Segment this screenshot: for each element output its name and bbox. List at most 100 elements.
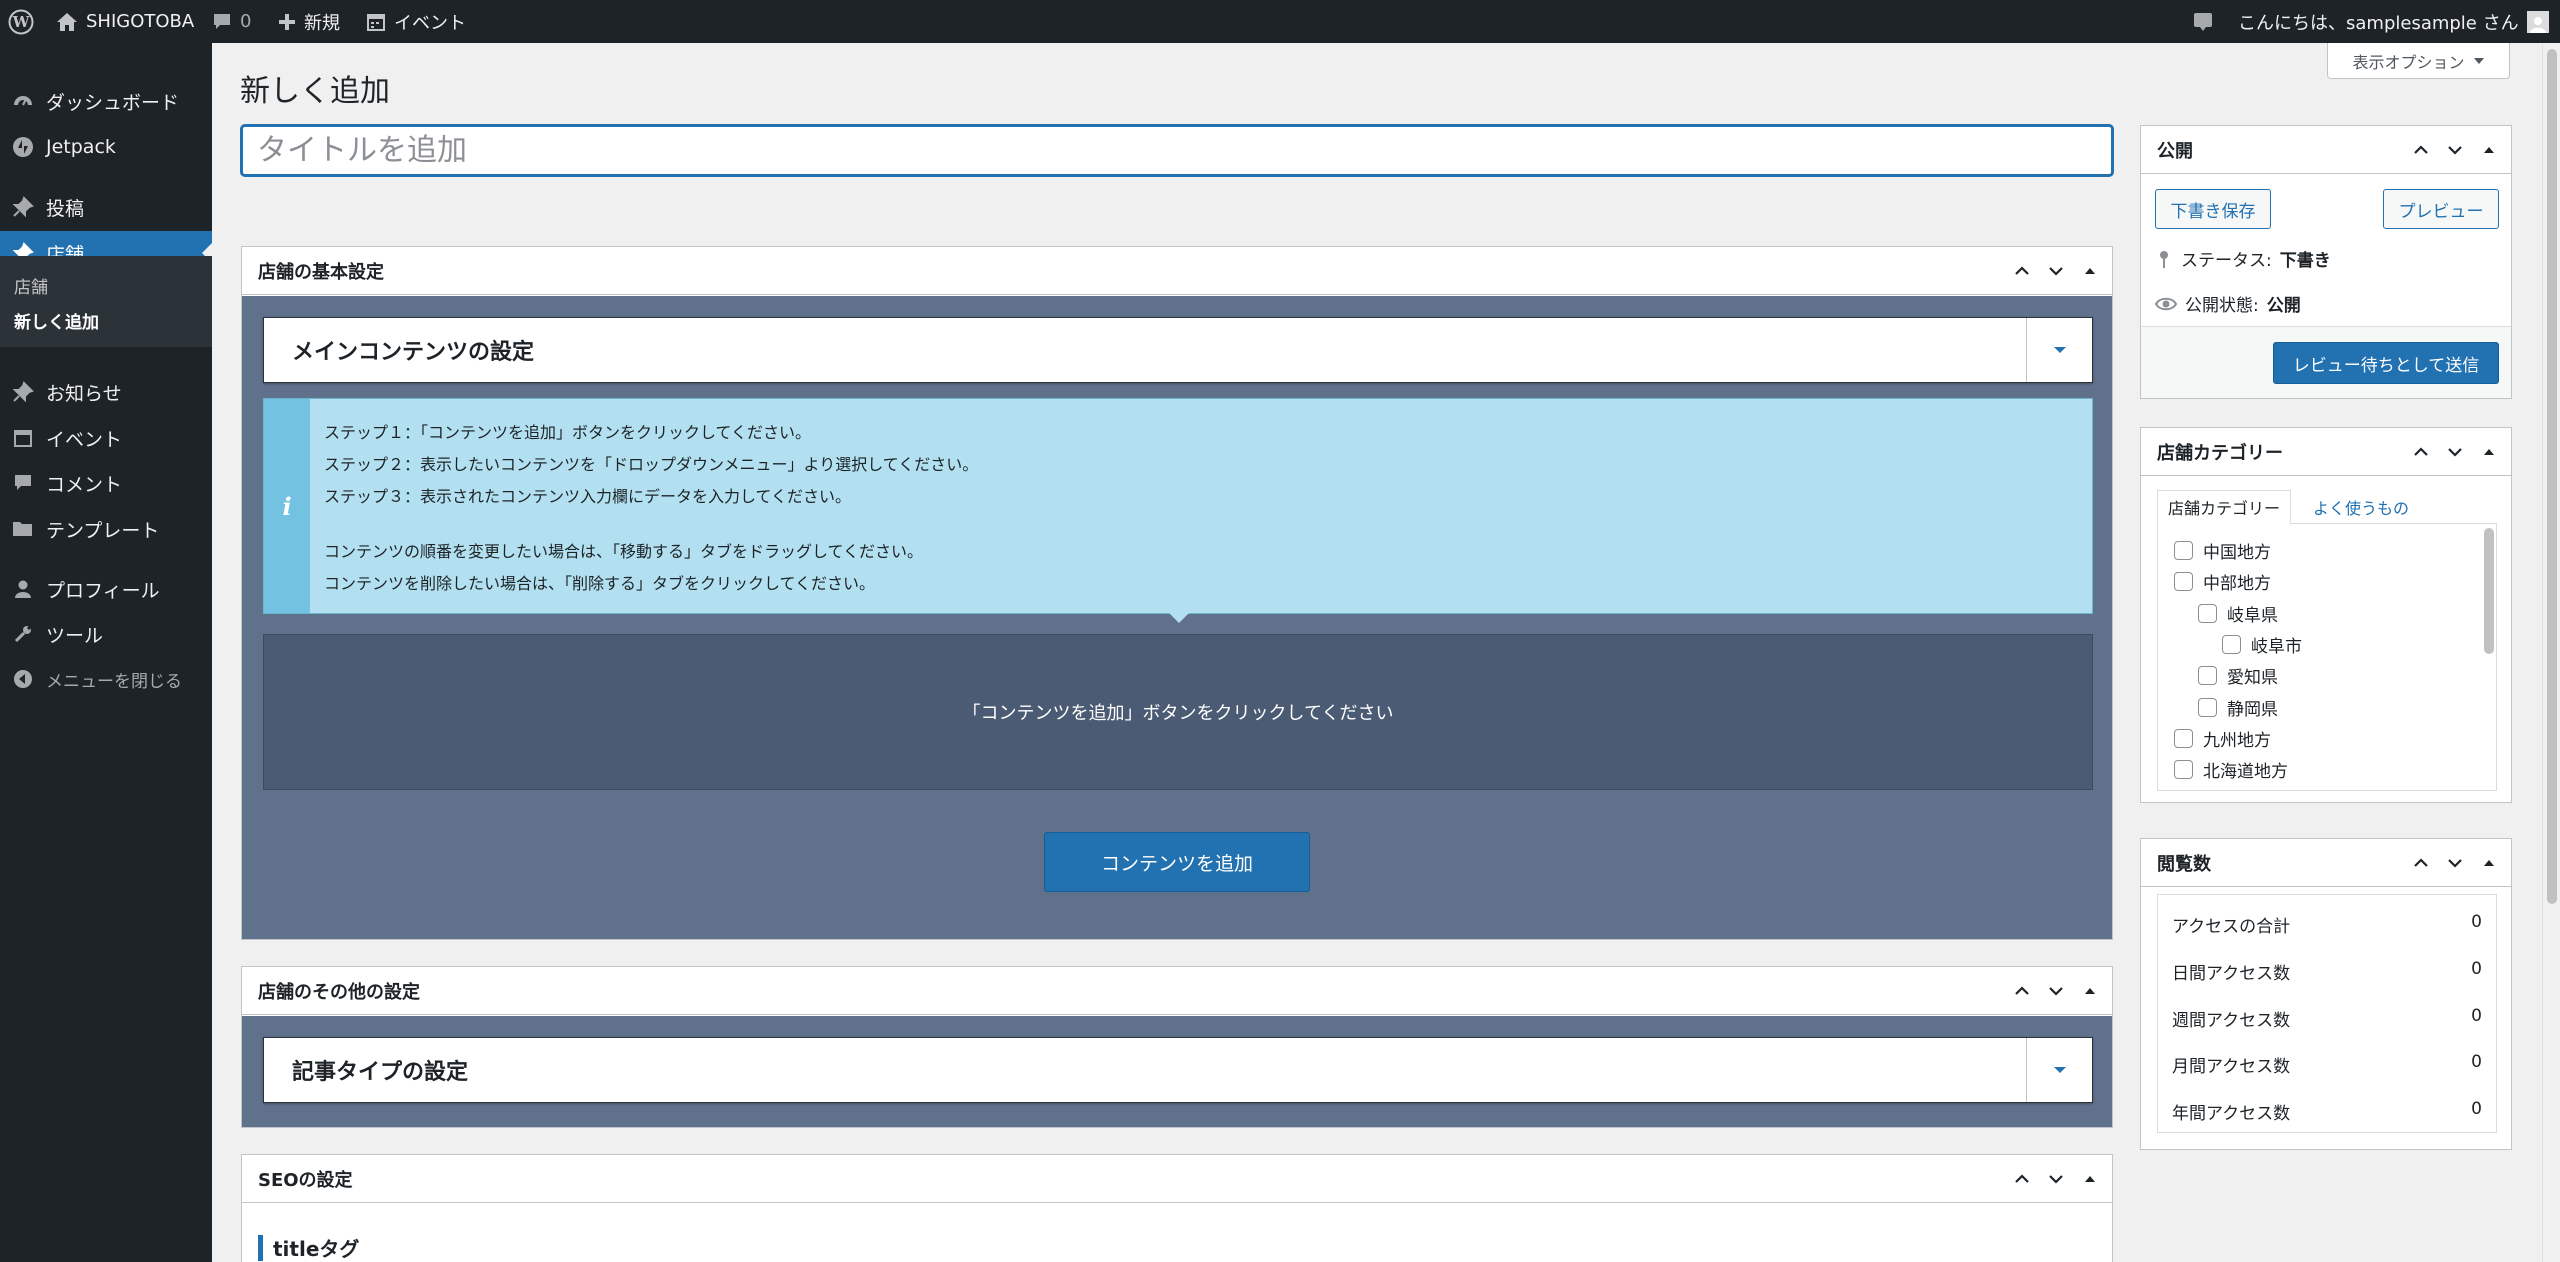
new-content-link[interactable]: 新規: [278, 0, 340, 43]
toggle-panel-icon[interactable]: [2479, 140, 2499, 160]
page-scrollbar[interactable]: [2542, 43, 2560, 1262]
account-menu[interactable]: こんにちは、samplesample さん: [2238, 0, 2549, 43]
move-up-icon[interactable]: [2411, 140, 2431, 160]
site-name-link[interactable]: SHIGOTOBA: [56, 0, 194, 43]
move-up-icon[interactable]: [2012, 1169, 2032, 1189]
move-up-icon[interactable]: [2411, 853, 2431, 873]
metabox-header[interactable]: 閲覧数: [2141, 839, 2511, 887]
checkbox[interactable]: [2174, 572, 2193, 591]
scrollbar[interactable]: [2484, 528, 2494, 654]
comments-link[interactable]: 0: [212, 0, 251, 43]
menu-item-dashboard[interactable]: ダッシュボード: [0, 79, 212, 123]
accordion-toggle[interactable]: [2026, 1038, 2092, 1102]
visibility-label: 公開状態:: [2185, 296, 2259, 316]
menu-item-posts[interactable]: 投稿: [0, 185, 212, 229]
checkbox[interactable]: [2198, 604, 2217, 623]
metabox-header[interactable]: 店舗のその他の設定: [242, 967, 2112, 1015]
menu-label: コメント: [46, 473, 123, 496]
tab-all-categories[interactable]: 店舗カテゴリー: [2157, 490, 2291, 524]
move-down-icon[interactable]: [2046, 261, 2066, 281]
move-down-icon[interactable]: [2046, 1169, 2066, 1189]
post-title-input[interactable]: [241, 125, 2113, 176]
menu-label: お知らせ: [46, 382, 122, 405]
toggle-panel-icon[interactable]: [2479, 442, 2499, 462]
metabox-header[interactable]: SEOの設定: [242, 1155, 2112, 1203]
scrollbar-thumb[interactable]: [2547, 49, 2557, 904]
category-item[interactable]: 中国地方: [2174, 538, 2271, 563]
metabox-title: SEOの設定: [258, 1169, 353, 1191]
toggle-panel-icon[interactable]: [2080, 981, 2100, 1001]
seo-field-title-tag: titleタグ: [258, 1233, 359, 1262]
toggle-panel-icon[interactable]: [2080, 261, 2100, 281]
move-up-icon[interactable]: [2012, 981, 2032, 1001]
move-down-icon[interactable]: [2445, 442, 2465, 462]
instruction-line: ステップ３：表示されたコンテンツ入力欄にデータを入力してください。: [324, 487, 852, 506]
article-type-accordion[interactable]: 記事タイプの設定: [263, 1037, 2093, 1103]
stat-row: 年間アクセス数 0: [2172, 1099, 2482, 1124]
checkbox[interactable]: [2174, 541, 2193, 560]
metabox-header[interactable]: 店舗カテゴリー: [2141, 428, 2511, 476]
menu-label: ダッシュボード: [46, 91, 180, 114]
toggle-panel-icon[interactable]: [2080, 1169, 2100, 1189]
avatar: [2526, 10, 2549, 33]
event-link[interactable]: イベント: [366, 0, 466, 43]
collapse-menu-button[interactable]: メニューを閉じる: [0, 657, 212, 701]
toggle-panel-icon[interactable]: [2479, 853, 2499, 873]
tab-most-used[interactable]: よく使うもの: [2301, 490, 2421, 524]
info-icon: i: [264, 399, 310, 613]
checkbox[interactable]: [2198, 666, 2217, 685]
metabox-header[interactable]: 店舗の基本設定: [242, 247, 2112, 295]
move-down-icon[interactable]: [2445, 140, 2465, 160]
caret-down-icon: [2053, 347, 2066, 353]
caret-down-icon: [2053, 1067, 2066, 1073]
menu-item-jetpack[interactable]: Jetpack: [0, 125, 212, 169]
add-content-button[interactable]: コンテンツを追加: [1044, 832, 1310, 892]
submenu-item-add-new[interactable]: 新しく追加: [14, 308, 99, 333]
notice-pointer: [1169, 613, 1189, 623]
category-item[interactable]: 九州地方: [2174, 726, 2271, 751]
jetpack-icon: [13, 137, 33, 157]
category-item[interactable]: 愛知県: [2198, 663, 2278, 688]
screen-options-button[interactable]: 表示オプション: [2327, 43, 2510, 79]
accordion-title: 記事タイプの設定: [292, 1060, 469, 1085]
metabox-header[interactable]: 公開: [2141, 126, 2511, 174]
menu-item-profile[interactable]: プロフィール: [0, 567, 212, 611]
notification-icon: [2194, 12, 2212, 31]
admin-bar: W SHIGOTOBA 0 新規 イベント こんにちは、samplesample…: [0, 0, 2560, 43]
category-item[interactable]: 北海道地方: [2174, 757, 2288, 782]
metabox-title: 店舗のその他の設定: [258, 981, 420, 1003]
accordion-toggle[interactable]: [2026, 318, 2092, 382]
menu-item-event[interactable]: イベント: [0, 416, 212, 460]
menu-item-comments[interactable]: コメント: [0, 461, 212, 505]
preview-button[interactable]: プレビュー: [2383, 189, 2499, 229]
category-item[interactable]: 岐阜市: [2222, 632, 2302, 657]
move-up-icon[interactable]: [2012, 261, 2032, 281]
category-item[interactable]: 岐阜県: [2198, 601, 2278, 626]
save-draft-button[interactable]: 下書き保存: [2155, 189, 2271, 229]
move-up-icon[interactable]: [2411, 442, 2431, 462]
notification-button[interactable]: [2192, 0, 2214, 43]
checkbox[interactable]: [2222, 635, 2241, 654]
greeting: こんにちは、samplesample さん: [2238, 12, 2519, 34]
category-item[interactable]: 静岡県: [2198, 695, 2278, 720]
metabox-title: 公開: [2157, 140, 2193, 162]
submit-for-review-button[interactable]: レビュー待ちとして送信: [2273, 342, 2499, 384]
new-label: 新規: [304, 12, 340, 34]
metabox-seo: SEOの設定 titleタグ: [241, 1154, 2113, 1262]
category-item[interactable]: 中部地方: [2174, 569, 2271, 594]
menu-item-tools[interactable]: ツール: [0, 612, 212, 656]
wordpress-logo-button[interactable]: W: [8, 0, 34, 43]
plus-icon: [279, 13, 295, 30]
menu-item-template[interactable]: テンプレート: [0, 507, 212, 551]
page-title: 新しく追加: [240, 74, 390, 109]
move-down-icon[interactable]: [2445, 853, 2465, 873]
move-down-icon[interactable]: [2046, 981, 2066, 1001]
wrench-icon: [14, 626, 31, 643]
main-content-accordion[interactable]: メインコンテンツの設定: [263, 317, 2093, 383]
checkbox[interactable]: [2174, 760, 2193, 779]
checkbox[interactable]: [2174, 729, 2193, 748]
checkbox[interactable]: [2198, 698, 2217, 717]
menu-item-news[interactable]: お知らせ: [0, 370, 212, 414]
submenu-item-store[interactable]: 店舗: [14, 273, 48, 298]
tab-label: 店舗カテゴリー: [2167, 499, 2280, 518]
